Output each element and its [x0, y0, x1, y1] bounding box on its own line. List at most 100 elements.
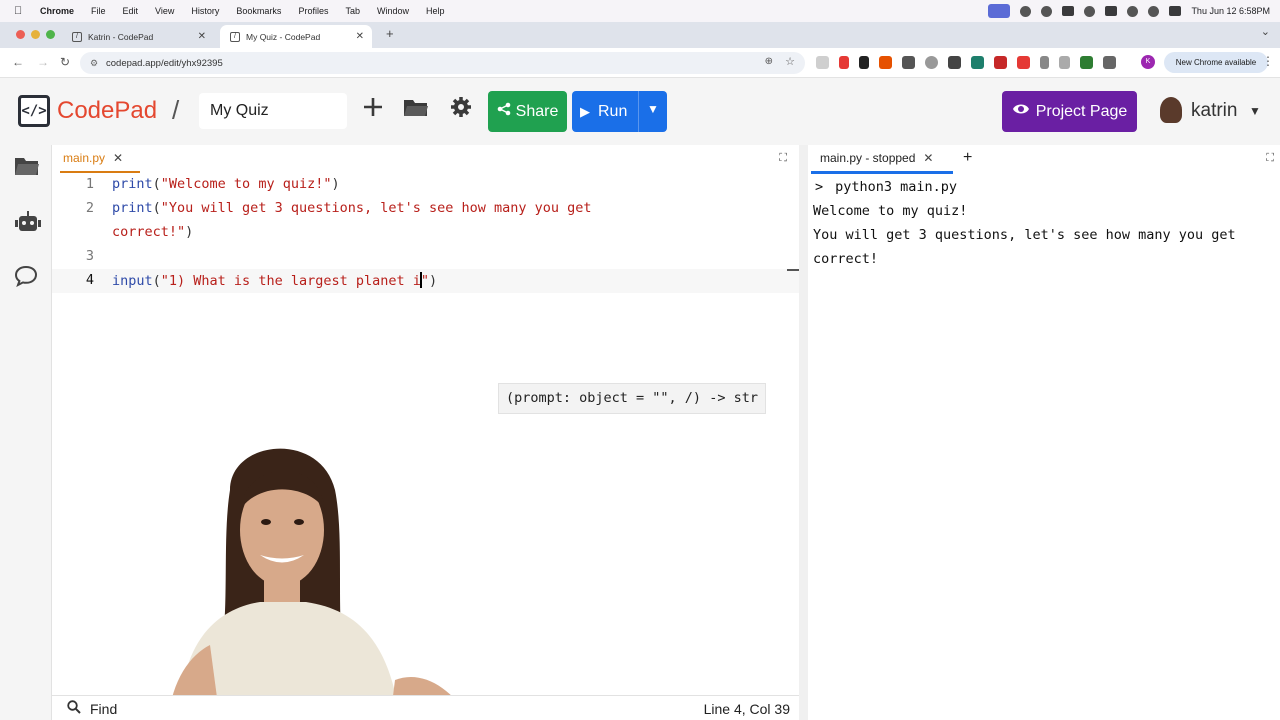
extension-icon[interactable]	[902, 56, 915, 69]
menu-file[interactable]: File	[91, 6, 106, 16]
browser-tab-katrin[interactable]: / Katrin - CodePad ✕	[62, 25, 214, 48]
menu-tab[interactable]: Tab	[345, 6, 360, 16]
extension-icon[interactable]	[1040, 56, 1049, 69]
close-tab-icon[interactable]: ✕	[198, 31, 206, 42]
reload-icon[interactable]: ↻	[60, 55, 70, 69]
extension-shield-icon[interactable]	[1059, 56, 1070, 69]
extensions-puzzle-icon[interactable]	[1103, 56, 1116, 69]
chrome-menu-icon[interactable]: ⋮	[1262, 54, 1274, 68]
project-page-button[interactable]: Project Page	[1002, 91, 1137, 132]
share-button[interactable]: Share	[488, 91, 567, 132]
close-console-tab-icon[interactable]: ✕	[923, 151, 933, 165]
battery-icon[interactable]	[1105, 6, 1118, 16]
extension-new-icon[interactable]	[994, 56, 1007, 69]
run-label: Run	[598, 102, 628, 120]
code-string: "Welcome to my quiz!"	[160, 176, 332, 192]
find-button[interactable]: Find	[90, 701, 117, 717]
expand-editor-icon[interactable]: ⛶	[779, 152, 787, 165]
zoom-window-icon[interactable]	[46, 30, 55, 39]
code-line[interactable]: 2 print("You will get 3 questions, let's…	[52, 197, 799, 221]
screenshot-icon[interactable]	[1062, 6, 1075, 16]
extension-icon[interactable]	[948, 56, 961, 69]
menubar-clock[interactable]: Thu Jun 12 6:58PM	[1191, 6, 1270, 16]
extension-icon[interactable]	[879, 56, 892, 69]
menu-edit[interactable]: Edit	[123, 6, 139, 16]
zoom-icon[interactable]: ⊕	[765, 56, 773, 67]
console-output-line: correct!	[813, 251, 879, 267]
close-tab-icon[interactable]: ✕	[356, 31, 364, 42]
add-file-icon[interactable]	[362, 96, 384, 124]
tab-search-chevron-icon[interactable]: ⌄	[1261, 25, 1270, 38]
screen-share-icon[interactable]	[988, 4, 1011, 18]
code-line-active[interactable]: 4 input("1) What is the largest planet i…	[52, 269, 799, 293]
code-text: print("You will get 3 questions, let's s…	[112, 200, 592, 216]
menu-app-name[interactable]: Chrome	[40, 6, 74, 16]
extension-icon[interactable]	[816, 56, 829, 69]
code-line-wrap[interactable]: correct!")	[52, 221, 799, 245]
menu-bookmarks[interactable]: Bookmarks	[236, 6, 281, 16]
play-icon[interactable]	[1084, 5, 1096, 17]
username[interactable]: katrin	[1191, 100, 1237, 122]
run-button[interactable]: ▶ Run ▼	[572, 91, 667, 132]
brand-name[interactable]: CodePad	[57, 97, 157, 125]
sync-icon[interactable]	[1041, 5, 1053, 17]
extension-pencil-icon[interactable]	[859, 56, 869, 69]
browser-tab-strip: / Katrin - CodePad ✕ / My Quiz - CodePad…	[0, 22, 1280, 48]
forward-arrow-icon[interactable]: →	[37, 55, 49, 69]
expand-console-icon[interactable]: ⛶	[1266, 152, 1274, 165]
settings-gear-icon[interactable]	[450, 96, 472, 124]
tab-main-py[interactable]: main.py ✕	[63, 151, 123, 165]
user-avatar[interactable]	[1160, 97, 1182, 123]
back-arrow-icon[interactable]: ←	[12, 55, 24, 69]
chrome-profile-avatar[interactable]: K	[1141, 55, 1155, 69]
bookmark-star-icon[interactable]: ☆	[785, 55, 795, 68]
code-line[interactable]: 1 print("Welcome to my quiz!")	[52, 173, 799, 197]
codepad-favicon-icon: /	[72, 31, 82, 42]
pane-resize-handle[interactable]	[799, 145, 808, 720]
extensions-bar	[816, 56, 1116, 69]
extension-icon[interactable]	[925, 56, 938, 69]
address-url[interactable]: codepad.app/edit/yhx92395	[106, 58, 223, 69]
menu-history[interactable]: History	[191, 6, 219, 16]
apple-icon[interactable]: 	[14, 5, 28, 17]
ai-assistant-robot-icon[interactable]	[14, 209, 42, 241]
project-name-field[interactable]: My Quiz	[199, 93, 347, 129]
files-folder-icon[interactable]	[14, 155, 40, 183]
wifi-icon[interactable]	[1127, 5, 1139, 17]
record-icon[interactable]	[1020, 5, 1032, 17]
tab-console[interactable]: main.py - stopped ✕	[820, 151, 933, 165]
extension-icon[interactable]	[971, 56, 984, 69]
new-tab-icon[interactable]: +	[386, 26, 394, 41]
code-line[interactable]: 3	[52, 245, 799, 269]
menubar-status-area: Thu Jun 12 6:58PM	[988, 0, 1270, 22]
site-info-icon[interactable]: ⚙	[90, 58, 102, 69]
menu-help[interactable]: Help	[426, 6, 445, 16]
browser-tab-my-quiz[interactable]: / My Quiz - CodePad ✕	[220, 25, 372, 48]
new-console-tab-icon[interactable]: +	[963, 149, 972, 167]
control-center-icon[interactable]	[1169, 6, 1182, 16]
extension-icon[interactable]	[1017, 56, 1030, 69]
menu-window[interactable]: Window	[377, 6, 409, 16]
user-menu-chevron-icon[interactable]: ▼	[1249, 104, 1261, 118]
minimize-window-icon[interactable]	[31, 30, 40, 39]
chrome-update-button[interactable]: New Chrome available	[1164, 52, 1268, 73]
menu-view[interactable]: View	[155, 6, 174, 16]
console-output[interactable]: > python3 main.py Welcome to my quiz! You…	[813, 175, 1279, 271]
run-options-chevron-icon[interactable]: ▼	[647, 102, 659, 116]
open-folder-icon[interactable]	[403, 96, 429, 124]
close-window-icon[interactable]	[16, 30, 25, 39]
editor-tab-bar: main.py ✕ ⛶	[52, 145, 799, 173]
close-file-tab-icon[interactable]: ✕	[113, 151, 123, 165]
extension-icon[interactable]	[1080, 56, 1093, 69]
codepad-logo-icon[interactable]: </>	[18, 95, 50, 127]
menu-profiles[interactable]: Profiles	[298, 6, 328, 16]
share-icon	[497, 102, 511, 121]
extension-pen-icon[interactable]	[839, 56, 849, 69]
chat-bubble-icon[interactable]	[14, 265, 38, 293]
code-string-continuation: correct!"	[112, 224, 186, 240]
search-icon[interactable]	[67, 700, 81, 717]
code-text: input("1) What is the largest planet i")	[112, 272, 438, 289]
search-icon[interactable]	[1148, 5, 1160, 17]
browser-tab-title: Katrin - CodePad	[88, 31, 154, 42]
address-bar[interactable]: ⚙ codepad.app/edit/yhx92395 ⊕ ☆	[80, 52, 805, 74]
